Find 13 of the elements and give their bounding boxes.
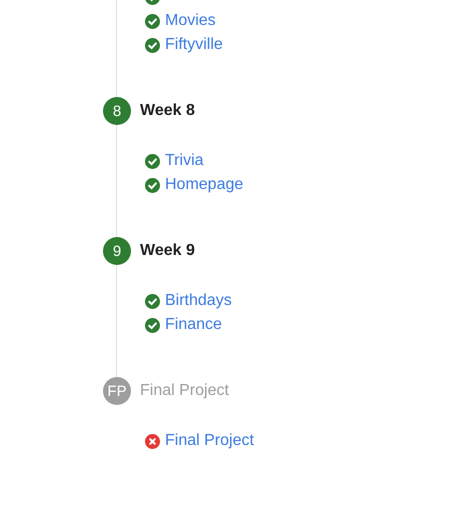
step-badge: 9 bbox=[103, 237, 131, 265]
assignment-link[interactable]: Homepage bbox=[165, 176, 244, 194]
step-badge: FP bbox=[103, 377, 131, 405]
assignment-link[interactable]: Final Project bbox=[165, 432, 254, 450]
assignment-link[interactable]: Fiftyville bbox=[165, 36, 223, 54]
step-title: Week 8 bbox=[140, 102, 195, 120]
assignment-link[interactable]: Trivia bbox=[165, 152, 204, 170]
assignment-link[interactable]: Finance bbox=[165, 316, 222, 334]
assignment-link[interactable]: Birthdays bbox=[165, 292, 232, 310]
step-title: Final Project bbox=[140, 382, 229, 400]
assignment-link[interactable]: Movies bbox=[165, 12, 216, 30]
step-badge: 8 bbox=[103, 97, 131, 125]
step-title: Week 9 bbox=[140, 242, 195, 260]
